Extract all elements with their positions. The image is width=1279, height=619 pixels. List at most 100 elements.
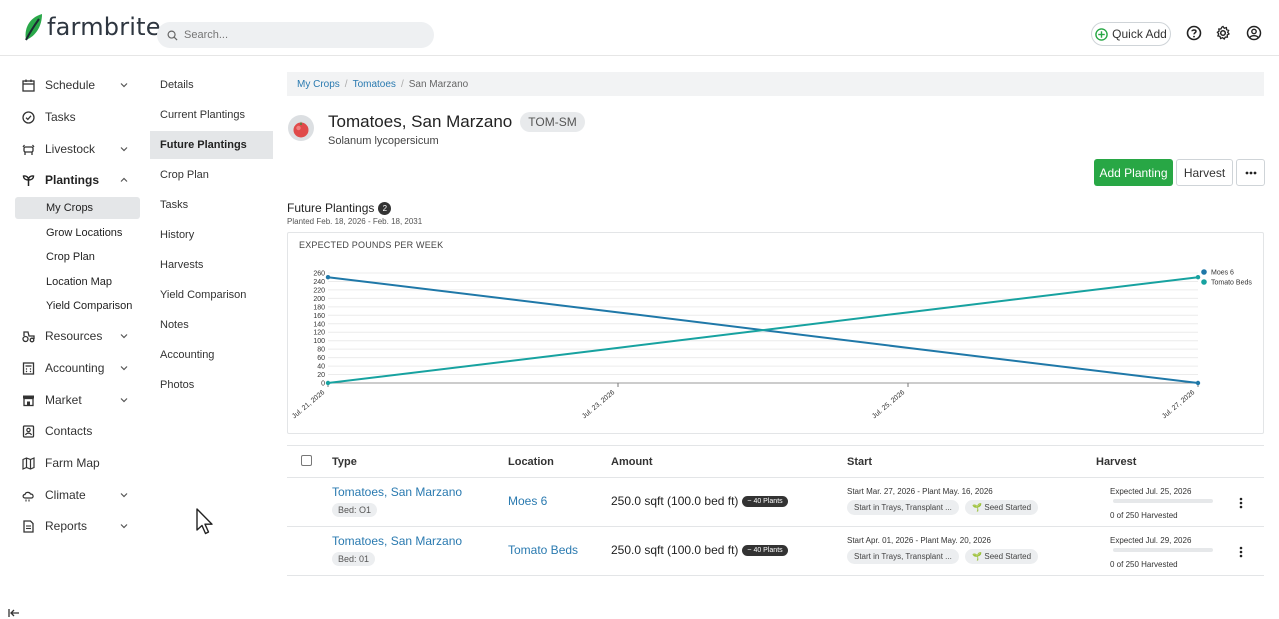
- sidebar-label: Livestock: [45, 142, 96, 156]
- search-box[interactable]: [157, 22, 434, 48]
- x-tick-label: Jul. 25, 2026: [871, 389, 906, 420]
- collapse-sidebar-icon[interactable]: [8, 608, 20, 618]
- y-tick-label: 180: [313, 304, 325, 311]
- start-dates: Start Apr. 01, 2026 - Plant May. 20, 202…: [847, 536, 991, 545]
- status-pill: 🌱 Seed Started: [965, 500, 1039, 515]
- crop-link[interactable]: Tomatoes, San Marzano: [332, 534, 462, 548]
- status-text: Seed Started: [984, 503, 1032, 512]
- check-circle-icon: [22, 110, 35, 124]
- amount-cell: 250.0 sqft (100.0 bed ft) ~ 40 Plants: [611, 494, 788, 508]
- submenu-accounting[interactable]: Accounting: [150, 341, 273, 369]
- tractor-icon: [22, 330, 35, 342]
- submenu-photos[interactable]: Photos: [150, 371, 273, 399]
- harvest-button[interactable]: Harvest: [1176, 159, 1233, 186]
- gear-icon[interactable]: [1215, 25, 1231, 41]
- y-tick-label: 160: [313, 313, 325, 320]
- sidebar-item-contacts[interactable]: Contacts: [22, 421, 132, 441]
- seedling-icon: 🌱: [972, 503, 985, 512]
- sidebar-item-accounting[interactable]: Accounting: [22, 358, 132, 378]
- submenu-current-plantings[interactable]: Current Plantings: [150, 101, 273, 129]
- y-tick-label: 220: [313, 287, 325, 294]
- y-tick-label: 60: [317, 355, 325, 362]
- breadcrumb-my-crops[interactable]: My Crops: [297, 79, 340, 90]
- sidebar-item-schedule[interactable]: Schedule: [22, 75, 132, 95]
- chart-canvas: 0 2040 6080 100120 140160 180200 220240260 Jul.…: [291, 269, 1252, 420]
- header-type[interactable]: Type: [332, 456, 357, 468]
- header-location[interactable]: Location: [508, 456, 554, 468]
- start-dates: Start Mar. 27, 2026 - Plant May. 16, 202…: [847, 487, 993, 496]
- chevron-down-icon: [120, 398, 128, 403]
- sidebar-label: Climate: [45, 488, 86, 502]
- header-amount[interactable]: Amount: [611, 456, 653, 468]
- harvest-progress-bar: [1113, 547, 1213, 552]
- sidebar-sub-crop-plan[interactable]: Crop Plan: [15, 246, 140, 268]
- method-pill: Start in Trays, Transplant ...: [847, 549, 959, 564]
- sidebar-item-reports[interactable]: Reports: [22, 516, 132, 536]
- help-icon[interactable]: [1186, 25, 1202, 41]
- row-menu-icon[interactable]: [1239, 546, 1243, 558]
- table-row[interactable]: Tomatoes, San Marzano Bed: 01 Tomato Bed…: [287, 528, 1264, 576]
- bed-badge: Bed: O1: [332, 503, 378, 517]
- sidebar: Schedule Tasks Livestock Plantings My Cr…: [0, 57, 148, 619]
- plants-badge: ~ 40 Plants: [742, 544, 788, 556]
- user-icon[interactable]: [1246, 25, 1262, 41]
- series-point: [325, 380, 331, 386]
- cloud-icon: [22, 491, 34, 501]
- submenu-crop-plan[interactable]: Crop Plan: [150, 161, 273, 189]
- submenu-yield-comparison[interactable]: Yield Comparison: [150, 281, 273, 309]
- add-planting-button[interactable]: Add Planting: [1094, 159, 1173, 186]
- sprout-icon: [22, 174, 35, 186]
- sidebar-item-livestock[interactable]: Livestock: [22, 139, 132, 159]
- leaf-logo-icon: [25, 14, 42, 41]
- row-menu-icon[interactable]: [1239, 497, 1243, 509]
- breadcrumb-tomatoes[interactable]: Tomatoes: [353, 79, 396, 90]
- table-row[interactable]: Tomatoes, San Marzano Bed: O1 Moes 6 250…: [287, 479, 1264, 527]
- sidebar-item-plantings[interactable]: Plantings: [22, 170, 132, 190]
- amount-text: 250.0 sqft (100.0 bed ft): [611, 543, 739, 557]
- crop-title: Tomatoes, San Marzano TOM-SM: [328, 112, 585, 132]
- sidebar-item-market[interactable]: Market: [22, 390, 132, 410]
- sidebar-sub-my-crops[interactable]: My Crops: [15, 197, 140, 219]
- seedling-icon: 🌱: [972, 552, 985, 561]
- x-tick-label: Jul. 27, 2026: [1161, 389, 1196, 420]
- legend-marker: [1201, 279, 1207, 285]
- search-input[interactable]: [184, 29, 414, 41]
- sidebar-item-resources[interactable]: Resources: [22, 326, 132, 346]
- brand-name: farmbrite: [47, 13, 161, 41]
- chevron-down-icon: [120, 147, 128, 152]
- sidebar-label: Contacts: [45, 424, 93, 438]
- status-pill: 🌱 Seed Started: [965, 549, 1039, 564]
- more-actions-button[interactable]: [1236, 159, 1265, 186]
- crop-link[interactable]: Tomatoes, San Marzano: [332, 485, 462, 499]
- select-all-checkbox[interactable]: [301, 455, 312, 466]
- submenu-future-plantings[interactable]: Future Plantings: [150, 131, 273, 159]
- breadcrumb-separator: /: [344, 78, 348, 90]
- cow-icon: [22, 144, 35, 155]
- farmbrite-logo[interactable]: farmbrite: [22, 12, 161, 42]
- expected-pounds-chart: EXPECTED POUNDS PER WEEK 0 20 40 60 80 100 120…: [287, 232, 1264, 434]
- sidebar-item-farm-map[interactable]: Farm Map: [22, 453, 132, 473]
- header-start[interactable]: Start: [847, 456, 872, 468]
- breadcrumb-current: San Marzano: [408, 78, 469, 90]
- sidebar-item-climate[interactable]: Climate: [22, 485, 132, 505]
- submenu-notes[interactable]: Notes: [150, 311, 273, 339]
- amount-text: 250.0 sqft (100.0 bed ft): [611, 494, 739, 508]
- sidebar-sub-yield-comparison[interactable]: Yield Comparison: [15, 295, 140, 317]
- ellipsis-icon: [1245, 171, 1256, 174]
- header-harvest[interactable]: Harvest: [1096, 456, 1136, 468]
- location-link[interactable]: Tomato Beds: [508, 543, 578, 557]
- expected-text: Expected Jul. 25, 2026: [1110, 487, 1192, 496]
- location-link[interactable]: Moes 6: [508, 494, 547, 508]
- sidebar-sub-grow-locations[interactable]: Grow Locations: [15, 222, 140, 244]
- submenu-tasks[interactable]: Tasks: [150, 191, 273, 219]
- sidebar-item-tasks[interactable]: Tasks: [22, 107, 132, 127]
- submenu-history[interactable]: History: [150, 221, 273, 249]
- submenu-harvests[interactable]: Harvests: [150, 251, 273, 279]
- sidebar-label: Accounting: [45, 361, 105, 375]
- sidebar-sub-location-map[interactable]: Location Map: [15, 271, 140, 293]
- future-plantings-label: Future Plantings: [287, 201, 375, 215]
- map-icon: [22, 456, 35, 470]
- submenu-details[interactable]: Details: [150, 71, 273, 99]
- legend-marker: [1201, 269, 1207, 275]
- quick-add-button[interactable]: Quick Add: [1091, 22, 1171, 46]
